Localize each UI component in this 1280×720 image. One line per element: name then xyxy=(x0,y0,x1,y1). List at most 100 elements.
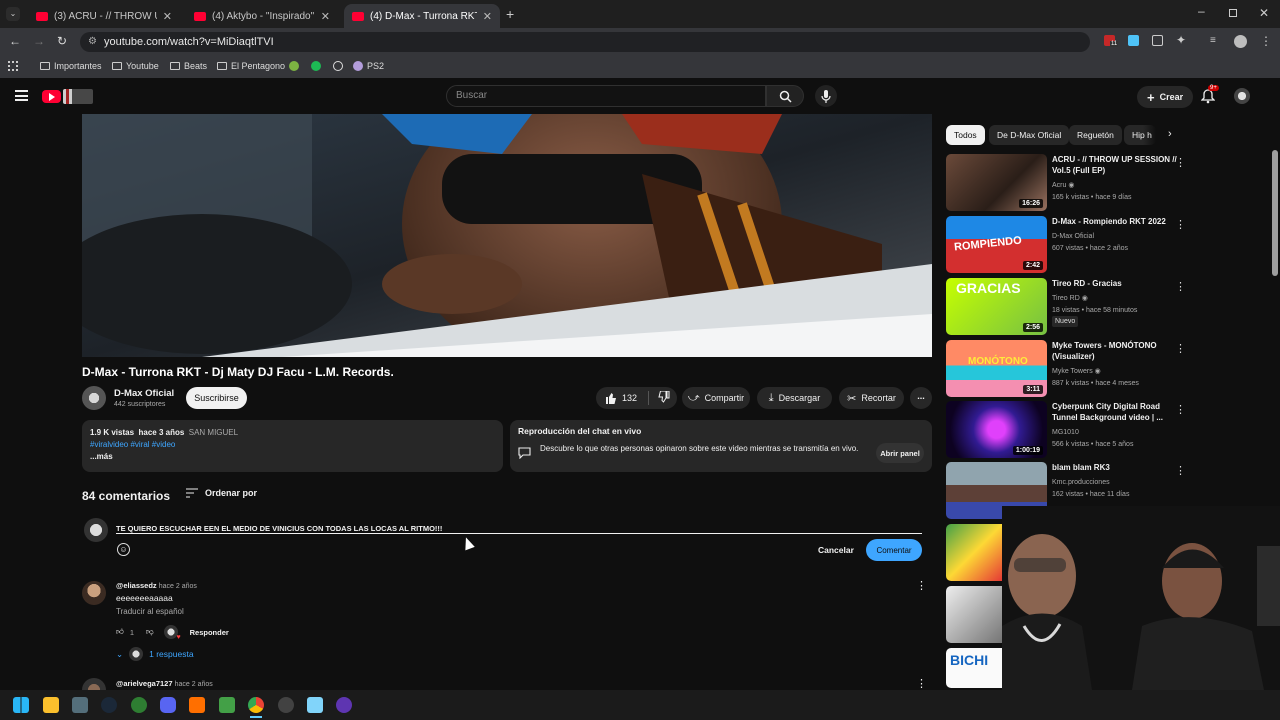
video-thumbnail[interactable]: GRACIAS 2:56 xyxy=(946,278,1047,335)
chip-regueton[interactable]: Reguetón xyxy=(1069,125,1122,145)
obs-icon[interactable] xyxy=(278,697,294,713)
back-icon[interactable]: ← xyxy=(9,34,21,48)
share-button[interactable]: ⤻ Compartir xyxy=(682,387,750,409)
rec-channel[interactable]: D-Max Oficial xyxy=(1052,231,1094,242)
recommendation-item[interactable]: 1:00:19 Cyberpunk City Digital Road Tunn… xyxy=(946,401,1186,459)
channel-name[interactable]: D-Max Oficial xyxy=(114,388,174,399)
reply-button[interactable]: Responder xyxy=(190,628,229,637)
tab-search-icon[interactable]: ⌄ xyxy=(6,7,20,21)
comment-author[interactable]: @eliassedz xyxy=(116,581,157,590)
chip-all[interactable]: Todos xyxy=(946,125,985,145)
discord-icon[interactable] xyxy=(160,697,176,713)
account-avatar[interactable] xyxy=(1234,88,1250,104)
browser-tab-3[interactable]: (4) D-Max - Turrona RKT - Dj M ✕ xyxy=(344,4,500,28)
close-window-icon[interactable]: ✕ xyxy=(1259,6,1269,20)
sort-comments-button[interactable]: Ordenar por xyxy=(186,488,257,498)
new-tab-icon[interactable]: + xyxy=(506,6,514,22)
rec-channel[interactable]: Acru xyxy=(1052,182,1066,189)
voice-search-button[interactable] xyxy=(815,85,837,107)
bookmark-folder-el-pentagono[interactable]: El Pentagono xyxy=(217,61,285,71)
video-thumbnail[interactable] xyxy=(946,524,1002,581)
video-thumbnail[interactable] xyxy=(946,586,1002,643)
hamburger-menu-icon[interactable] xyxy=(15,90,28,101)
comment-menu-icon[interactable]: ⋮ xyxy=(916,579,927,592)
extension-icon[interactable] xyxy=(1128,35,1139,46)
xbox-icon[interactable] xyxy=(131,697,147,713)
bookmark-ps2[interactable]: PS2 xyxy=(353,61,384,71)
windows-start-icon[interactable] xyxy=(13,697,29,713)
address-bar[interactable]: ⚙ youtube.com/watch?v=MiDiaqtlTVI xyxy=(80,32,1090,52)
page-scrollbar[interactable] xyxy=(1272,150,1278,276)
comment-age[interactable]: hace 2 años xyxy=(175,681,213,688)
rec-channel[interactable]: Tireo RD xyxy=(1052,295,1080,302)
bookmark-folder-importantes[interactable]: Importantes xyxy=(40,61,102,71)
chip-hip-hop[interactable]: Hip h xyxy=(1124,125,1156,145)
fl-studio-icon[interactable] xyxy=(189,697,205,713)
bookmark-folder-youtube[interactable]: Youtube xyxy=(112,61,159,71)
description-box[interactable]: 1.9 K vistas hace 3 años SAN MIGUEL #vir… xyxy=(82,420,503,472)
close-tab-icon[interactable]: ✕ xyxy=(483,10,492,23)
rec-channel[interactable]: Myke Towers xyxy=(1052,368,1093,375)
forward-icon[interactable]: → xyxy=(33,34,45,48)
file-explorer-icon[interactable] xyxy=(43,697,59,713)
search-button[interactable] xyxy=(766,85,804,107)
rec-channel[interactable]: MG1010 xyxy=(1052,427,1079,438)
recommendation-item[interactable]: GRACIAS 2:56 Tireo RD - Gracias Tireo RD… xyxy=(946,278,1186,336)
reload-icon[interactable]: ↻ xyxy=(57,34,67,48)
recommendation-item[interactable]: MONÓTONO 3:11 Myke Towers - MONÓTONO (Vi… xyxy=(946,340,1186,398)
close-tab-icon[interactable]: ✕ xyxy=(163,10,172,23)
profile-icon[interactable] xyxy=(1234,35,1247,48)
apps-grid-icon[interactable] xyxy=(8,61,18,71)
emoji-button[interactable]: ☺ xyxy=(117,543,130,556)
comment-menu-icon[interactable]: ⋮ xyxy=(916,677,927,690)
comment-age[interactable]: hace 2 años xyxy=(159,583,197,590)
rec-menu-icon[interactable]: ⋮ xyxy=(1175,156,1186,169)
rec-channel[interactable]: Kmc.producciones xyxy=(1052,477,1110,488)
download-button[interactable]: ⤓ Descargar xyxy=(757,387,832,409)
minimize-icon[interactable]: – xyxy=(1198,4,1205,18)
vpn-icon[interactable] xyxy=(219,697,235,713)
media-player-icon[interactable] xyxy=(336,697,352,713)
view-replies-button[interactable]: ⌄ 1 respuesta xyxy=(116,647,896,661)
reading-list-icon[interactable]: ≡ xyxy=(1210,35,1216,46)
comment-like-icon[interactable]: 👍︎ xyxy=(116,627,124,637)
calculator-icon[interactable] xyxy=(72,697,88,713)
video-thumbnail[interactable]: ROMPIENDO 2:42 xyxy=(946,216,1047,273)
create-button[interactable]: + Crear xyxy=(1137,86,1194,108)
notepad-icon[interactable] xyxy=(307,697,323,713)
bookmark-icon-spotify[interactable] xyxy=(311,61,321,71)
youtube-logo[interactable] xyxy=(42,89,93,105)
recommendation-item[interactable]: ROMPIENDO 2:42 D-Max - Rompiendo RKT 202… xyxy=(946,216,1186,274)
dislike-button[interactable] xyxy=(658,390,670,405)
bookmark-icon-chatgpt[interactable] xyxy=(333,61,343,71)
steam-icon[interactable] xyxy=(101,697,117,713)
close-tab-icon[interactable]: ✕ xyxy=(321,10,330,23)
rec-menu-icon[interactable]: ⋮ xyxy=(1175,464,1186,477)
search-input[interactable]: Buscar xyxy=(446,85,766,107)
comment-input[interactable]: TE QUIERO ESCUCHAR EEN EL MEDIO DE VINIC… xyxy=(116,520,922,534)
translate-link[interactable]: Traducir al español xyxy=(116,607,896,616)
clip-button[interactable]: ✂ Recortar xyxy=(839,387,904,409)
browser-tab-1[interactable]: (3) ACRU - // THROW UP SESSI ✕ xyxy=(28,4,180,28)
rec-menu-icon[interactable]: ⋮ xyxy=(1175,403,1186,416)
video-player[interactable] xyxy=(82,114,932,357)
notifications-button[interactable]: 9+ xyxy=(1200,85,1219,105)
more-actions-button[interactable]: ... xyxy=(910,387,932,409)
submit-comment-button[interactable]: Comentar xyxy=(866,539,922,561)
show-more-link[interactable]: ...más xyxy=(90,451,495,463)
recommendation-item[interactable]: 16:26 ACRU - // THROW UP SESSION // Vol.… xyxy=(946,154,1186,212)
rec-menu-icon[interactable]: ⋮ xyxy=(1175,342,1186,355)
bookmark-icon-android[interactable] xyxy=(289,61,299,71)
maximize-icon[interactable] xyxy=(1229,9,1237,17)
chips-next-chevron-icon[interactable]: › xyxy=(1168,128,1172,140)
location-tag[interactable]: SAN MIGUEL xyxy=(189,428,238,437)
puzzle-icon[interactable]: ✦ xyxy=(1176,33,1186,47)
comment-author[interactable]: @arielvega7127 xyxy=(116,679,173,688)
comment-dislike-icon[interactable]: 👎︎ xyxy=(146,627,154,637)
menu-kebab-icon[interactable]: ⋮ xyxy=(1260,34,1272,48)
open-panel-button[interactable]: Abrir panel xyxy=(876,443,924,463)
video-thumbnail[interactable]: 1:00:19 xyxy=(946,401,1047,458)
subscribe-button[interactable]: Suscribirse xyxy=(186,387,247,409)
video-thumbnail[interactable]: MONÓTONO 3:11 xyxy=(946,340,1047,397)
site-info-icon[interactable]: ⚙ xyxy=(88,32,97,52)
